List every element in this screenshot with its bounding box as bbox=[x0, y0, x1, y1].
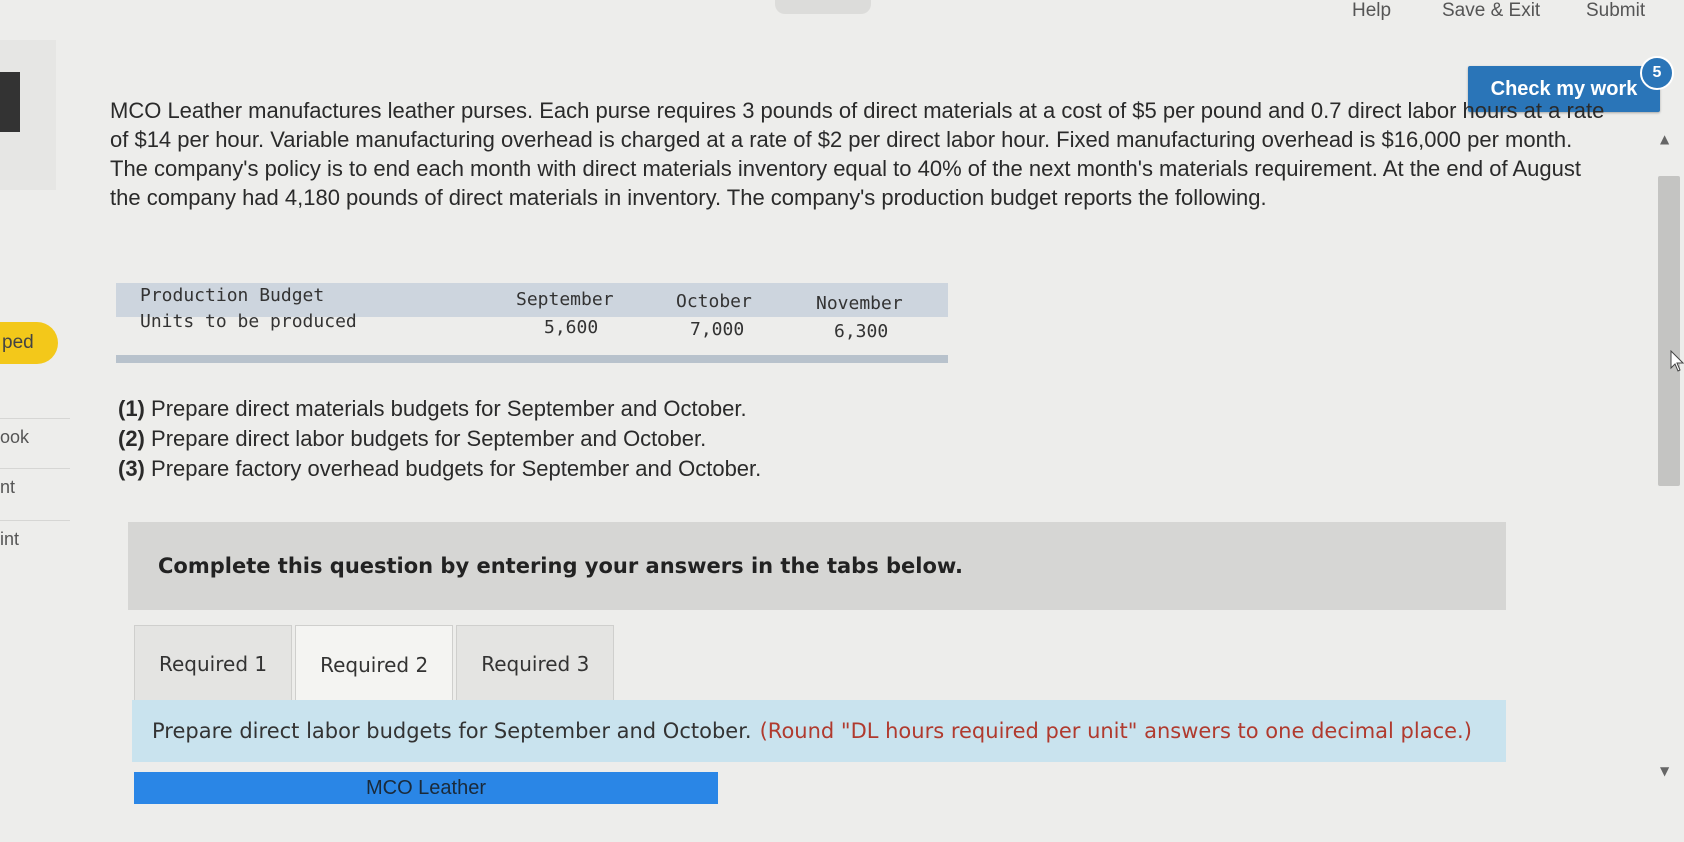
scroll-up-icon[interactable]: ▲ bbox=[1660, 132, 1669, 146]
header-october: October bbox=[676, 291, 752, 312]
problem-statement: MCO Leather manufactures leather purses.… bbox=[110, 98, 1605, 210]
help-link[interactable]: Help bbox=[1352, 0, 1391, 22]
header-title: Production Budget bbox=[140, 285, 325, 306]
attempts-badge: 5 bbox=[1640, 56, 1674, 90]
row-label: Units to be produced bbox=[140, 311, 357, 332]
scroll-down-icon[interactable]: ▼ bbox=[1660, 764, 1669, 778]
instruction-box: Prepare direct labor budgets for Septemb… bbox=[132, 700, 1506, 762]
complete-question-banner: Complete this question by entering your … bbox=[128, 522, 1506, 610]
sidebar-status-pill[interactable]: ped bbox=[0, 322, 58, 364]
required-tabs: Required 1 Required 2 Required 3 bbox=[134, 625, 615, 703]
save-exit-link[interactable]: Save & Exit bbox=[1442, 0, 1540, 22]
submit-link[interactable]: Submit bbox=[1586, 0, 1645, 22]
task-list: (1) Prepare direct materials budgets for… bbox=[118, 394, 761, 484]
tab-required-2[interactable]: Required 2 bbox=[295, 625, 454, 703]
scrollbar-thumb[interactable] bbox=[1658, 176, 1680, 486]
sidebar-item-ebook[interactable]: ook bbox=[0, 418, 70, 466]
list-item: (2) Prepare direct labor budgets for Sep… bbox=[118, 426, 707, 451]
list-item: (3) Prepare factory overhead budgets for… bbox=[118, 456, 762, 481]
cell-september: 5,600 bbox=[544, 317, 599, 338]
header-november: November bbox=[816, 293, 903, 314]
mouse-cursor-icon bbox=[1670, 350, 1684, 372]
tab-required-3[interactable]: Required 3 bbox=[456, 625, 615, 703]
sidebar-item-hint[interactable]: nt bbox=[0, 468, 70, 516]
tab-required-1[interactable]: Required 1 bbox=[134, 625, 293, 703]
sidebar-item-print[interactable]: int bbox=[0, 520, 70, 568]
cell-november: 6,300 bbox=[834, 321, 889, 342]
header-september: September bbox=[516, 289, 614, 310]
rounding-note: (Round "DL hours required per unit" answ… bbox=[759, 719, 1472, 743]
production-budget-table: Production Budget September October Nove… bbox=[116, 283, 948, 363]
top-tab[interactable] bbox=[775, 0, 871, 14]
top-bar: Help Save & Exit Submit bbox=[0, 0, 1684, 30]
cell-october: 7,000 bbox=[690, 319, 745, 340]
table-divider bbox=[116, 355, 948, 363]
question-number-mark bbox=[0, 72, 20, 132]
instruction-text: Prepare direct labor budgets for Septemb… bbox=[152, 719, 752, 743]
list-item: (1) Prepare direct materials budgets for… bbox=[118, 396, 747, 421]
table-row: Units to be produced 5,600 7,000 6,300 bbox=[116, 311, 948, 353]
company-header-bar: MCO Leather bbox=[134, 772, 718, 804]
